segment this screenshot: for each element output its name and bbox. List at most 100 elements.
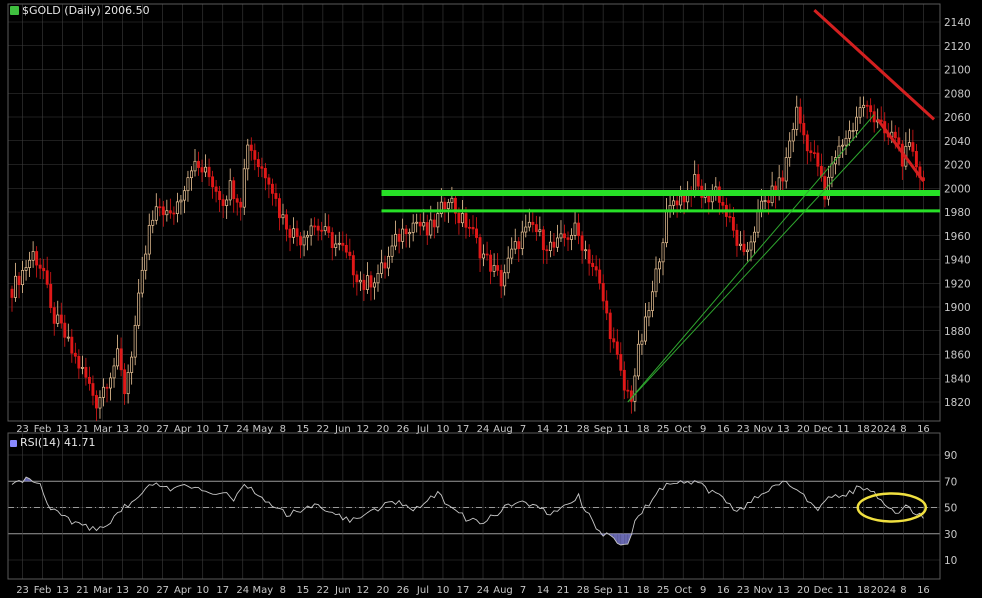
candle-down [274, 193, 278, 199]
candle-up [559, 233, 563, 239]
candle-down [362, 279, 366, 290]
candle-down [580, 235, 584, 251]
x-tick-label: 2024 [871, 585, 896, 596]
x-tick-label: 15 [296, 424, 309, 435]
candle-up [858, 107, 862, 118]
candle-up [24, 267, 28, 271]
x-tick-label: 23 [737, 585, 750, 596]
candle-down [87, 376, 91, 384]
candle-up [640, 340, 644, 345]
x-tick-label: 12 [357, 424, 370, 435]
candle-down [73, 352, 77, 357]
candle-down [348, 251, 352, 256]
x-tick-label: 11 [617, 585, 630, 596]
candle-up [520, 231, 524, 249]
candle-up [738, 243, 742, 246]
candle-up [654, 268, 658, 293]
candle-up [80, 367, 84, 369]
x-tick-label: 22 [316, 585, 329, 596]
candle-up [66, 336, 70, 339]
candle-up [756, 211, 760, 233]
candle-up [492, 265, 496, 272]
candle-down [17, 275, 21, 286]
candle-up [175, 201, 179, 214]
candle-up [679, 195, 683, 206]
candle-up [482, 253, 486, 259]
x-tick-label: Jul [416, 585, 429, 596]
x-tick-label: 22 [316, 424, 329, 435]
candle-down [84, 367, 88, 378]
candle-up [130, 356, 134, 373]
price-tick-label: 1880 [944, 326, 971, 338]
candle-up [633, 375, 637, 402]
x-tick-label: 18 [857, 585, 870, 596]
price-tick-label: 1820 [944, 397, 971, 409]
price-tick-label: 1980 [944, 207, 971, 219]
x-tick-label: Sep [594, 585, 613, 596]
candle-down [316, 225, 320, 231]
x-tick-label: 21 [557, 585, 570, 596]
x-tick-label: 18 [857, 424, 870, 435]
candle-down [425, 222, 429, 236]
candle-up [373, 282, 376, 288]
candle-down [330, 232, 334, 248]
candle-down [721, 202, 725, 206]
candle-down [77, 355, 81, 369]
candle-up [309, 225, 313, 236]
price-tick-label: 2040 [944, 136, 971, 148]
rsi-oversold-fill [620, 533, 625, 546]
x-tick-label: 25 [657, 585, 670, 596]
candle-up [387, 255, 390, 269]
candle-down [464, 213, 468, 228]
candle-up [394, 233, 398, 247]
candle-up [56, 314, 60, 324]
candle-up [510, 248, 514, 259]
candle-up [390, 245, 394, 257]
rsi-tick-label: 10 [944, 555, 957, 567]
candle-down [914, 151, 918, 168]
x-tick-label: 20 [136, 585, 149, 596]
candle-up [907, 142, 911, 147]
candle-down [566, 237, 570, 240]
candle-down [812, 152, 816, 155]
gold-daily-chart: 1820184018601880190019201940196019802000… [0, 0, 982, 598]
candle-down [218, 191, 222, 200]
chart-background [0, 0, 982, 598]
candle-up [133, 324, 137, 358]
candle-up [154, 206, 158, 221]
candle-up [411, 222, 415, 233]
candle-down [344, 244, 348, 253]
x-tick-label: 20 [797, 424, 810, 435]
candle-up [527, 221, 531, 228]
candle-up [429, 219, 433, 236]
candle-down [369, 275, 373, 288]
x-tick-label: Dec [814, 424, 833, 435]
x-tick-label: 20 [377, 585, 390, 596]
price-tick-label: 1840 [944, 373, 971, 385]
candle-down [52, 307, 56, 324]
rsi-indicator-icon [10, 440, 17, 447]
candle-down [235, 198, 239, 203]
x-tick-label: 17 [457, 585, 470, 596]
candle-up [647, 310, 651, 318]
candle-up [228, 180, 232, 201]
candle-down [872, 111, 876, 123]
candle-down [615, 341, 619, 355]
candle-down [517, 241, 521, 249]
x-tick-label: Apr [174, 424, 192, 435]
x-tick-label: Jun [334, 424, 351, 435]
x-tick-label: 12 [357, 585, 370, 596]
candle-up [548, 241, 552, 251]
x-tick-label: 21 [76, 424, 89, 435]
candle-down [457, 212, 461, 224]
candle-up [144, 253, 148, 271]
candle-up [31, 251, 35, 261]
candle-down [256, 159, 260, 168]
candle-up [165, 210, 169, 216]
candle-up [112, 365, 116, 379]
candle-down [893, 131, 897, 139]
x-tick-label: 16 [717, 585, 730, 596]
candle-down [545, 249, 549, 252]
candle-down [35, 251, 39, 266]
rsi-tick-label: 90 [944, 450, 957, 462]
